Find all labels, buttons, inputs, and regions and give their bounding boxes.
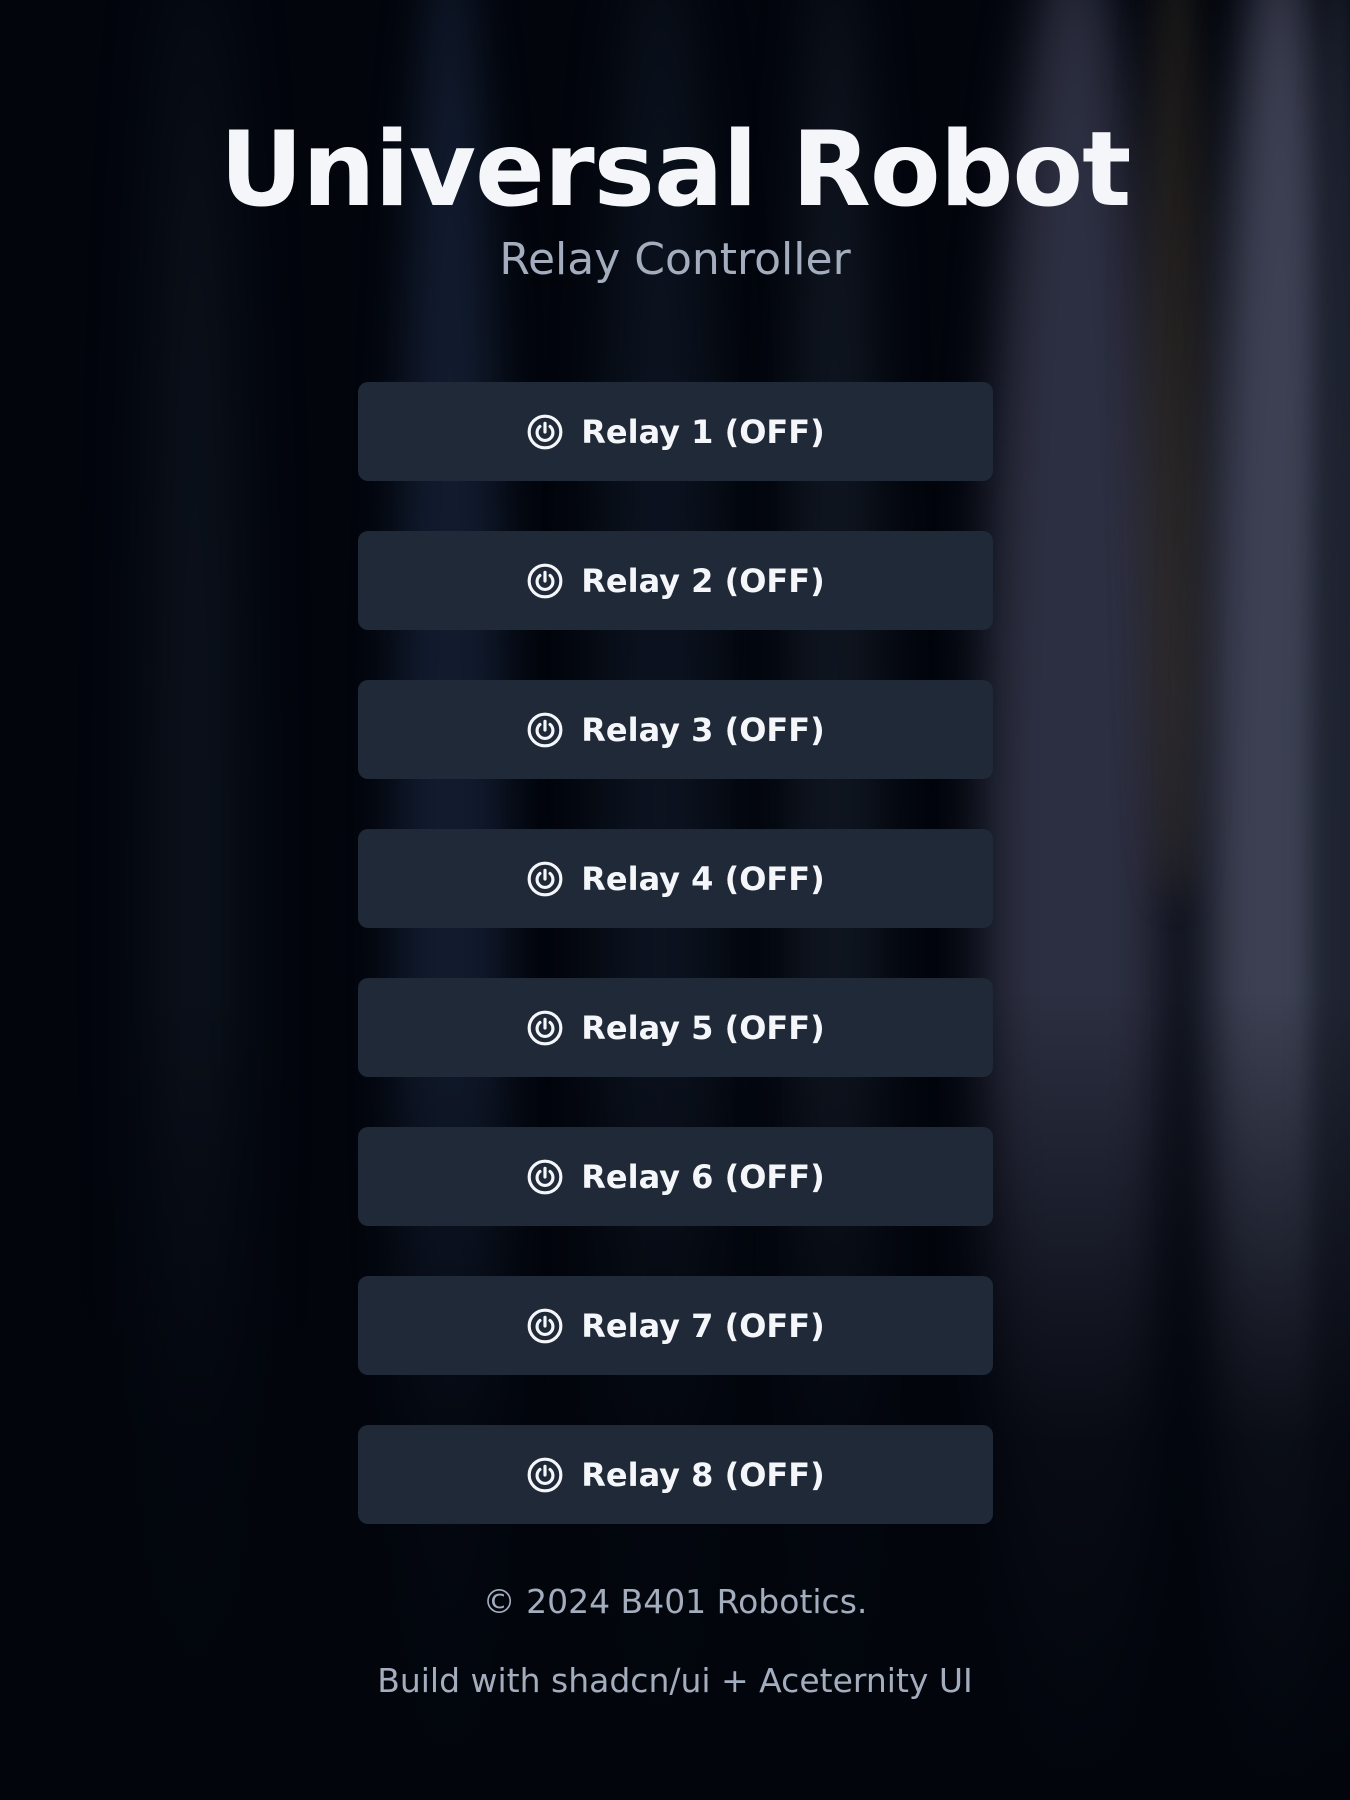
relay-label: Relay 7 (OFF) xyxy=(581,1306,825,1345)
page-title: Universal Robot xyxy=(219,110,1132,230)
relay-8-button[interactable]: Relay 8 (OFF) xyxy=(357,1425,993,1524)
relay-6-button[interactable]: Relay 6 (OFF) xyxy=(357,1127,993,1226)
relay-5-button[interactable]: Relay 5 (OFF) xyxy=(357,978,993,1077)
footer-credits: Build with shadcn/ui + Aceternity UI xyxy=(377,1661,973,1700)
relay-label: Relay 3 (OFF) xyxy=(581,710,825,749)
power-icon xyxy=(525,710,565,750)
relay-label: Relay 4 (OFF) xyxy=(581,859,825,898)
power-icon xyxy=(525,561,565,601)
relay-4-button[interactable]: Relay 4 (OFF) xyxy=(357,829,993,928)
footer-copyright: © 2024 B401 Robotics. xyxy=(482,1582,868,1621)
relay-list: Relay 1 (OFF) Relay 2 (OFF) Relay 3 (OFF… xyxy=(357,382,993,1524)
relay-1-button[interactable]: Relay 1 (OFF) xyxy=(357,382,993,481)
relay-label: Relay 1 (OFF) xyxy=(581,412,825,451)
relay-label: Relay 5 (OFF) xyxy=(581,1008,825,1047)
relay-label: Relay 2 (OFF) xyxy=(581,561,825,600)
power-icon xyxy=(525,859,565,899)
power-icon xyxy=(525,1008,565,1048)
relay-2-button[interactable]: Relay 2 (OFF) xyxy=(357,531,993,630)
power-icon xyxy=(525,1157,565,1197)
relay-label: Relay 8 (OFF) xyxy=(581,1455,825,1494)
relay-3-button[interactable]: Relay 3 (OFF) xyxy=(357,680,993,779)
page-subtitle: Relay Controller xyxy=(499,234,851,285)
main-content: Universal Robot Relay Controller Relay 1… xyxy=(0,0,1350,1701)
power-icon xyxy=(525,1306,565,1346)
relay-7-button[interactable]: Relay 7 (OFF) xyxy=(357,1276,993,1375)
relay-label: Relay 6 (OFF) xyxy=(581,1157,825,1196)
power-icon xyxy=(525,412,565,452)
footer: © 2024 B401 Robotics. Build with shadcn/… xyxy=(377,1582,973,1701)
power-icon xyxy=(525,1455,565,1495)
